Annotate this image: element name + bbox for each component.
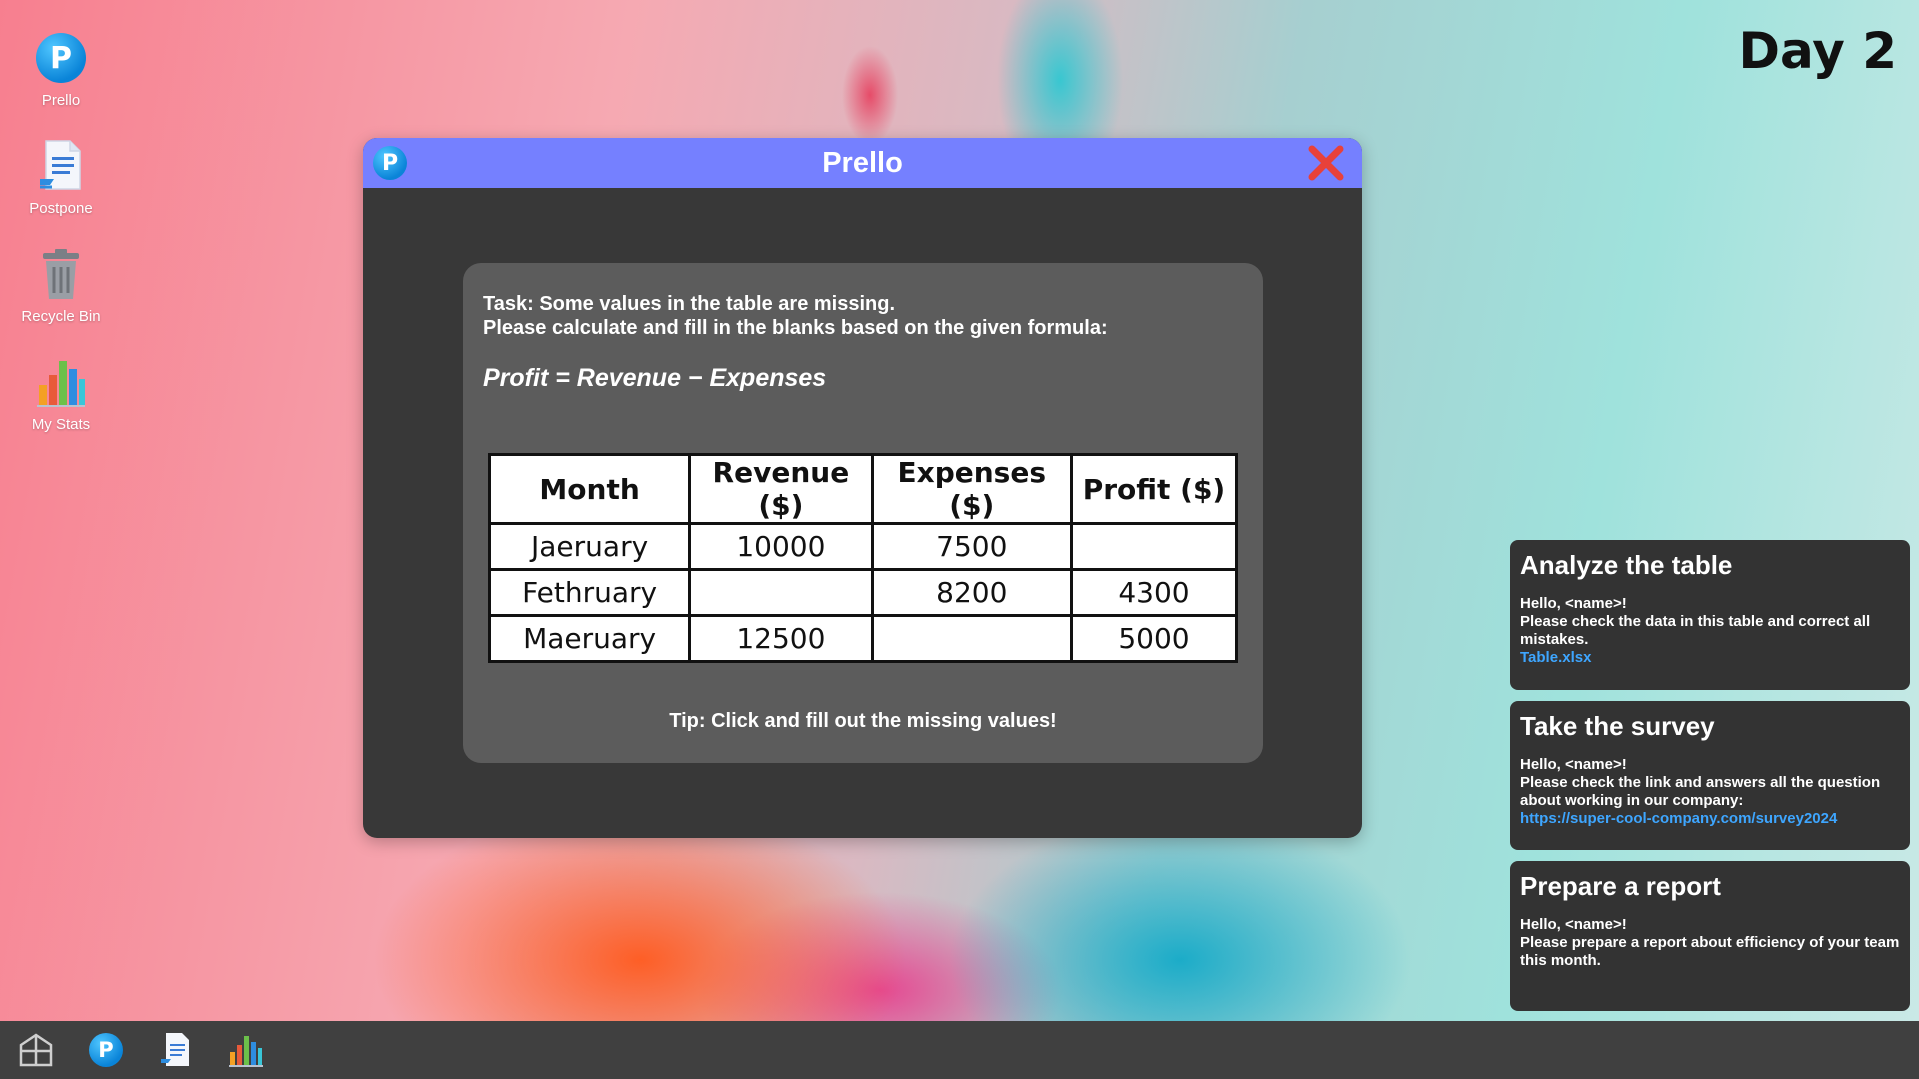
day-label: Day 2 (1738, 22, 1898, 80)
window-title: Prello (822, 146, 903, 179)
notification-title: Take the survey (1520, 711, 1715, 741)
desktop-icon-prello[interactable]: P Prello (14, 30, 108, 109)
taskbar-my-stats[interactable] (226, 1030, 266, 1070)
tip-text: Tip: Click and fill out the missing valu… (669, 710, 1057, 732)
notification-take-survey[interactable]: Take the survey Hello, <name>! Please ch… (1510, 701, 1910, 850)
cell-profit: 5000 (1069, 614, 1239, 663)
notification-greeting: Hello, <name>! (1520, 916, 1627, 933)
table-row: Jaeruary 10000 7500 (487, 522, 1239, 571)
desktop-icon-postpone[interactable]: Postpone (14, 138, 108, 217)
notification-greeting: Hello, <name>! (1520, 756, 1627, 773)
cell-month: Fethruary (487, 568, 692, 617)
cell-revenue: 10000 (688, 522, 874, 571)
bar-chart-icon (33, 354, 89, 410)
task-instruction: Please calculate and fill in the blanks … (483, 317, 1108, 339)
notification-body: Please check the data in this table and … (1520, 613, 1871, 648)
notification-title: Analyze the table (1520, 550, 1733, 580)
table-header-row: Month Revenue ($) Expenses ($) Profit ($… (487, 453, 1239, 525)
table-row: Fethruary 8200 4300 (487, 568, 1239, 617)
header-month: Month (487, 453, 692, 525)
taskbar-prello[interactable]: P (86, 1030, 126, 1070)
cell-profit: 4300 (1069, 568, 1239, 617)
task-description: Task: Some values in the table are missi… (483, 293, 896, 315)
prello-logo-icon: P (373, 146, 407, 180)
close-icon (1308, 145, 1344, 181)
desktop-icon-my-stats[interactable]: My Stats (14, 354, 108, 433)
window-titlebar[interactable]: P Prello (363, 138, 1362, 188)
cell-expenses-blank[interactable] (870, 614, 1073, 663)
cell-revenue: 12500 (688, 614, 874, 663)
cell-month: Maeruary (487, 614, 692, 663)
prello-logo-icon: P (89, 1033, 123, 1067)
notification-title: Prepare a report (1520, 871, 1721, 901)
desktop-icon-label: Postpone (29, 200, 93, 217)
bar-chart-icon (229, 1036, 263, 1067)
prello-window: P Prello Task: Some values in the table … (363, 138, 1362, 838)
header-expenses: Expenses ($) (870, 453, 1073, 525)
document-icon (33, 138, 89, 194)
cell-expenses: 8200 (870, 568, 1073, 617)
cell-month: Jaeruary (487, 522, 692, 571)
cell-revenue-blank[interactable] (688, 568, 874, 617)
task-panel: Task: Some values in the table are missi… (463, 263, 1263, 763)
formula: Profit = Revenue − Expenses (483, 364, 827, 392)
notification-body: Please prepare a report about efficiency… (1520, 934, 1900, 969)
start-icon (19, 1033, 53, 1067)
notification-link[interactable]: https://super-cool-company.com/survey202… (1520, 810, 1900, 828)
data-table: Month Revenue ($) Expenses ($) Profit ($… (487, 453, 1239, 663)
notification-link[interactable]: Table.xlsx (1520, 649, 1900, 667)
document-icon (161, 1033, 189, 1066)
prello-logo-icon: P (33, 30, 89, 86)
start-button[interactable] (16, 1030, 56, 1070)
taskbar: P (0, 1021, 1919, 1079)
desktop-icon-label: My Stats (31, 416, 91, 433)
recycle-bin-icon (33, 246, 89, 302)
notification-body: Please check the link and answers all th… (1520, 774, 1881, 809)
desktop-icon-label: Prello (41, 92, 81, 109)
cell-expenses: 7500 (870, 522, 1073, 571)
cell-profit-blank[interactable] (1069, 522, 1239, 571)
table-row: Maeruary 12500 5000 (487, 614, 1239, 663)
close-button[interactable] (1306, 143, 1346, 183)
header-revenue: Revenue ($) (688, 453, 874, 525)
taskbar-postpone[interactable] (156, 1030, 196, 1070)
notification-greeting: Hello, <name>! (1520, 595, 1627, 612)
desktop-icon-label: Recycle Bin (21, 308, 101, 325)
desktop-icon-recycle-bin[interactable]: Recycle Bin (14, 246, 108, 325)
notification-analyze-table[interactable]: Analyze the table Hello, <name>! Please … (1510, 540, 1910, 690)
notification-prepare-report[interactable]: Prepare a report Hello, <name>! Please p… (1510, 861, 1910, 1011)
header-profit: Profit ($) (1069, 453, 1239, 525)
